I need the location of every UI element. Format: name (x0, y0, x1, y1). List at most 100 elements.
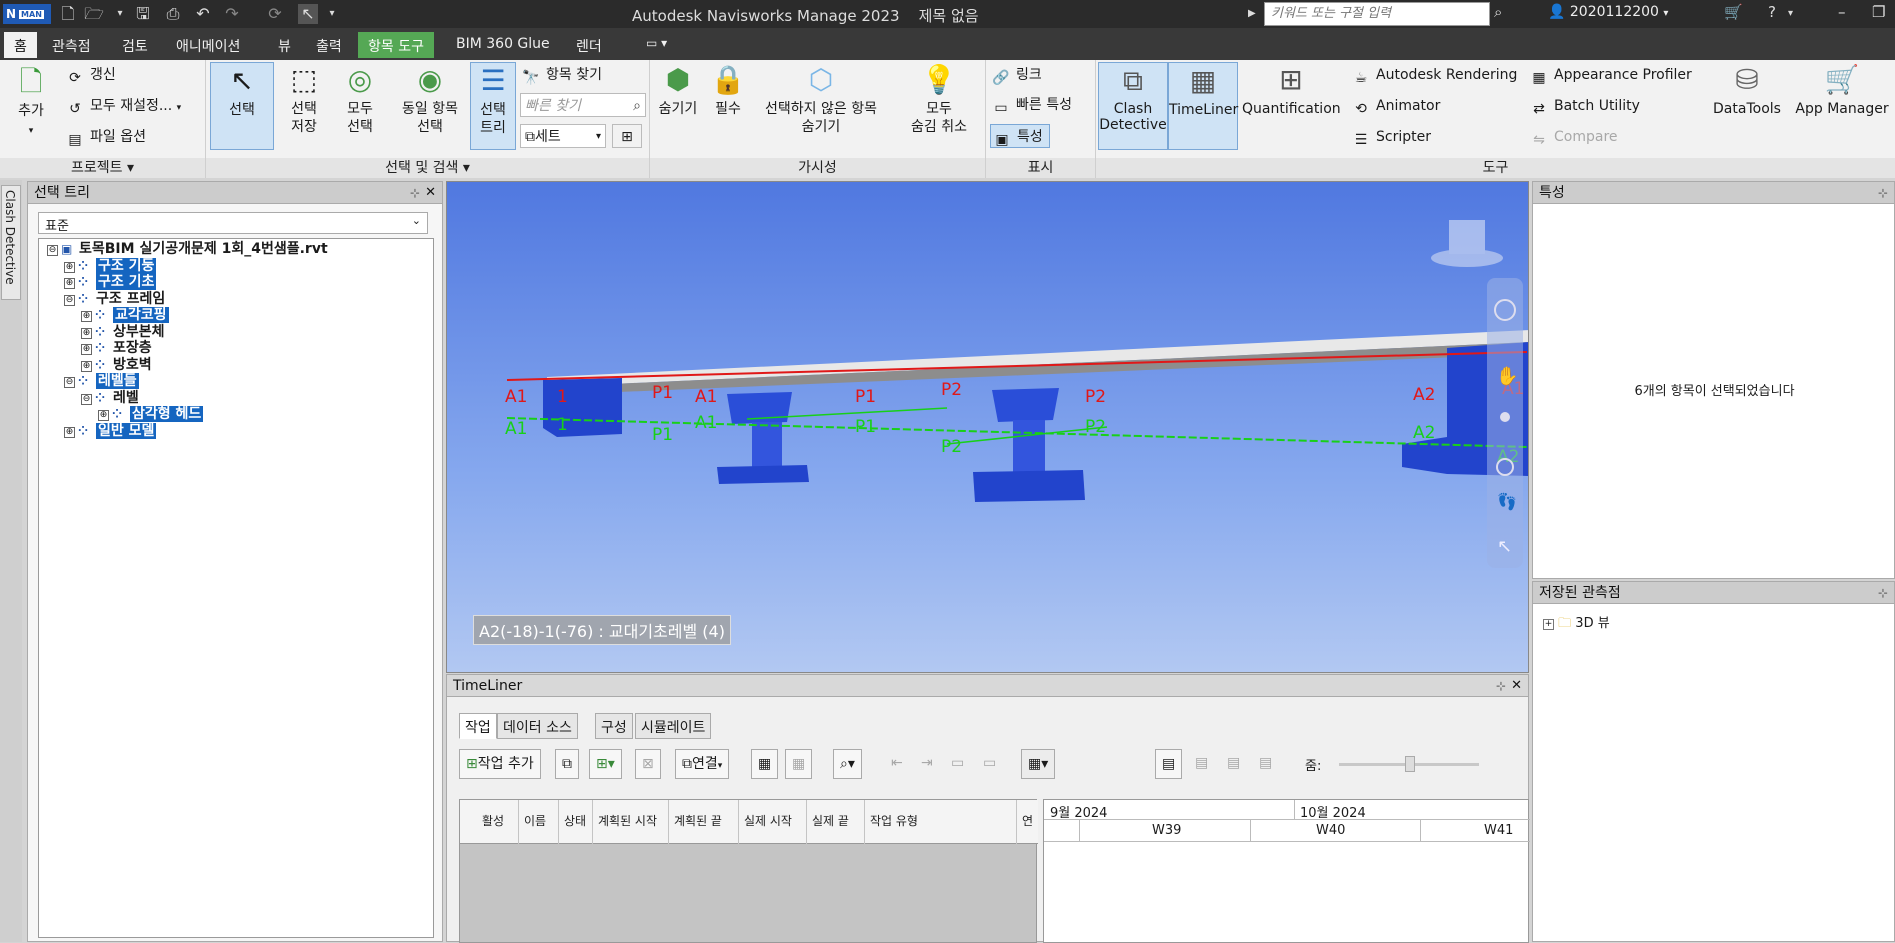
quick-properties-button[interactable]: ▭ 빠른 특성 (992, 93, 1072, 117)
column-header[interactable]: 연 (1022, 812, 1033, 829)
walk-icon[interactable]: 👣 (1497, 492, 1517, 511)
timeliner-button[interactable]: ▦ TimeLiner (1168, 62, 1238, 150)
select-cursor-icon[interactable]: ↖ (298, 4, 318, 24)
undo-icon[interactable]: ↶ (193, 4, 213, 24)
help-icon[interactable]: ? (1768, 3, 1776, 21)
pin-icon[interactable]: ⊹ (1878, 582, 1888, 604)
gantt-view-planned-button[interactable]: ▤ (1189, 749, 1214, 779)
find-items-button[interactable]: 🔭 항목 찾기 (522, 63, 602, 87)
column-divider[interactable] (592, 800, 593, 844)
add-comment-button[interactable]: ▭ (945, 749, 970, 779)
indent-button[interactable]: ⇥ (915, 749, 939, 779)
move-button[interactable]: ▭ (977, 749, 1002, 779)
delete-task-button[interactable]: ⊠ (635, 749, 661, 779)
tab-simulate[interactable]: 시뮬레이트 (635, 713, 712, 739)
select-button[interactable]: ↖ 선택 (210, 62, 274, 150)
auto-add-button[interactable]: ⊞▾ (589, 749, 622, 779)
expand-icon[interactable]: ⊕ (81, 360, 92, 372)
reset-all-button[interactable]: ↺ 모두 재설정... ▾ (66, 94, 181, 118)
model-scene[interactable]: A1 1 P1 A1 P1 P2 P2 A2 A1 A1 1 P1 A1 P1 … (447, 182, 1529, 673)
expand-icon[interactable]: ⊕ (64, 426, 75, 438)
column-divider[interactable] (558, 800, 559, 844)
collapse-icon[interactable]: ⊖ (64, 294, 75, 306)
selection-tree-button[interactable]: ☰ 선택 트리 (470, 62, 516, 150)
expand-icon[interactable]: ⊕ (64, 278, 75, 289)
insert-task-button[interactable]: ⧉ (555, 749, 579, 779)
pin-icon[interactable]: ⊹ (410, 182, 420, 204)
column-header[interactable]: 실제 끝 (812, 812, 849, 829)
pan-hand-icon[interactable]: ✋ (1496, 365, 1518, 387)
close-icon[interactable]: ✕ (1511, 675, 1522, 697)
cart-icon[interactable]: 🛒 (1724, 3, 1743, 21)
pin-icon[interactable]: ⊹ (1496, 675, 1506, 697)
add-button[interactable]: 🗋 추가 ▾ (6, 64, 56, 140)
tab-view[interactable]: 뷰 (268, 32, 301, 58)
binoculars-icon[interactable]: ⌕ (1494, 3, 1502, 21)
gantt-view-actual-button[interactable]: ▤ (1155, 749, 1183, 779)
keyword-search-box[interactable] (1264, 2, 1490, 26)
zoom-slider-thumb[interactable] (1405, 756, 1415, 772)
tab-extra-menu[interactable]: ▭ ▾ (636, 32, 677, 58)
column-header[interactable]: 계획된 시작 (598, 812, 657, 829)
appearance-profiler-button[interactable]: ▦ Appearance Profiler (1530, 63, 1691, 87)
file-options-button[interactable]: ▤ 파일 옵션 (66, 125, 146, 149)
column-header[interactable]: 작업 유형 (870, 812, 918, 829)
expand-icon[interactable]: ⊕ (81, 327, 92, 339)
expand-arrow-icon[interactable]: ▶ (1248, 8, 1256, 19)
app-logo[interactable]: N MAN (3, 4, 51, 24)
saved-view-item[interactable]: + 🗀 3D 뷰 (1543, 612, 1610, 636)
panel-title-select-search[interactable]: 선택 및 검색 ▾ (206, 158, 649, 178)
collapse-icon[interactable]: ⊖ (81, 393, 92, 405)
refresh-button[interactable]: ⟳ 갱신 (66, 63, 116, 87)
outdent-button[interactable]: ⇤ (885, 749, 909, 779)
quantification-button[interactable]: ⊞ Quantification (1242, 62, 1341, 118)
animator-button[interactable]: ⟲ Animator (1352, 94, 1440, 118)
hide-button[interactable]: ⬢ 숨기기 (654, 62, 702, 118)
collapse-icon[interactable]: ⊖ (47, 245, 58, 256)
columns-button[interactable]: ▦▾ (1021, 749, 1056, 779)
tab-home[interactable]: 홈 (4, 32, 37, 58)
autodesk-rendering-button[interactable]: ☕ Autodesk Rendering (1352, 63, 1518, 87)
new-file-icon[interactable]: 🗋 (58, 4, 78, 24)
viewcube[interactable] (1431, 220, 1503, 267)
properties-button[interactable]: ▣ 특성 (990, 124, 1050, 148)
select-all-button[interactable]: ◎ 모두 선택 (334, 62, 386, 136)
find-items-button[interactable]: ⌕▾ (833, 749, 862, 779)
close-icon[interactable]: ✕ (425, 182, 436, 204)
zoom-icon[interactable] (1500, 412, 1510, 422)
collapse-icon[interactable]: ⊖ (64, 377, 75, 388)
column-divider[interactable] (806, 800, 807, 844)
select-nav-icon[interactable]: ↖ (1497, 536, 1512, 557)
compare-button[interactable]: ⇋ Compare (1530, 125, 1617, 149)
keyword-search-input[interactable] (1271, 6, 1483, 21)
column-header[interactable]: 실제 시작 (744, 812, 792, 829)
column-header[interactable]: 상태 (564, 812, 586, 829)
tree-view-combo[interactable]: 표준 ⌄ (38, 212, 428, 234)
sets-dropdown[interactable]: ⧉세트 ▾ (520, 124, 606, 148)
tab-bim360-glue[interactable]: BIM 360 Glue (446, 32, 560, 58)
gantt-chart[interactable]: 9월 2024 10월 2024 W39 W40 W41 (1043, 799, 1530, 943)
quick-find-search-icon[interactable]: ⌕ (633, 94, 641, 118)
gantt-view-compare-button[interactable]: ▤ (1221, 749, 1246, 779)
refresh-icon[interactable]: ⟳ (265, 4, 285, 24)
expand-icon[interactable]: ⊕ (98, 410, 109, 421)
tab-review[interactable]: 검토 (112, 32, 158, 58)
pin-icon[interactable]: ⊹ (1878, 182, 1888, 204)
zoom-slider[interactable] (1339, 756, 1479, 772)
user-account[interactable]: 👤 2020112200 ▾ (1548, 4, 1668, 20)
app-manager-button[interactable]: 🛒 App Manager (1794, 62, 1890, 118)
column-divider[interactable] (1016, 800, 1017, 844)
auto-attach-button[interactable]: ▦ (751, 749, 779, 779)
navigation-bar[interactable] (1487, 278, 1523, 568)
redo-icon[interactable]: ↷ (222, 4, 242, 24)
column-divider[interactable] (738, 800, 739, 844)
manage-sets-button[interactable]: ⊞ (612, 124, 642, 148)
open-file-icon[interactable]: 🗁 (84, 4, 104, 24)
reset-button[interactable]: ▦ (785, 749, 813, 779)
add-task-button[interactable]: ⊞작업 추가 (459, 749, 541, 779)
expand-icon[interactable]: + (1543, 619, 1554, 630)
gantt-view-hide-button[interactable]: ▤ (1253, 749, 1278, 779)
select-same-button[interactable]: ◉ 동일 항목 선택 (392, 62, 468, 136)
links-button[interactable]: 🔗 링크 (992, 63, 1041, 87)
column-divider[interactable] (864, 800, 865, 844)
